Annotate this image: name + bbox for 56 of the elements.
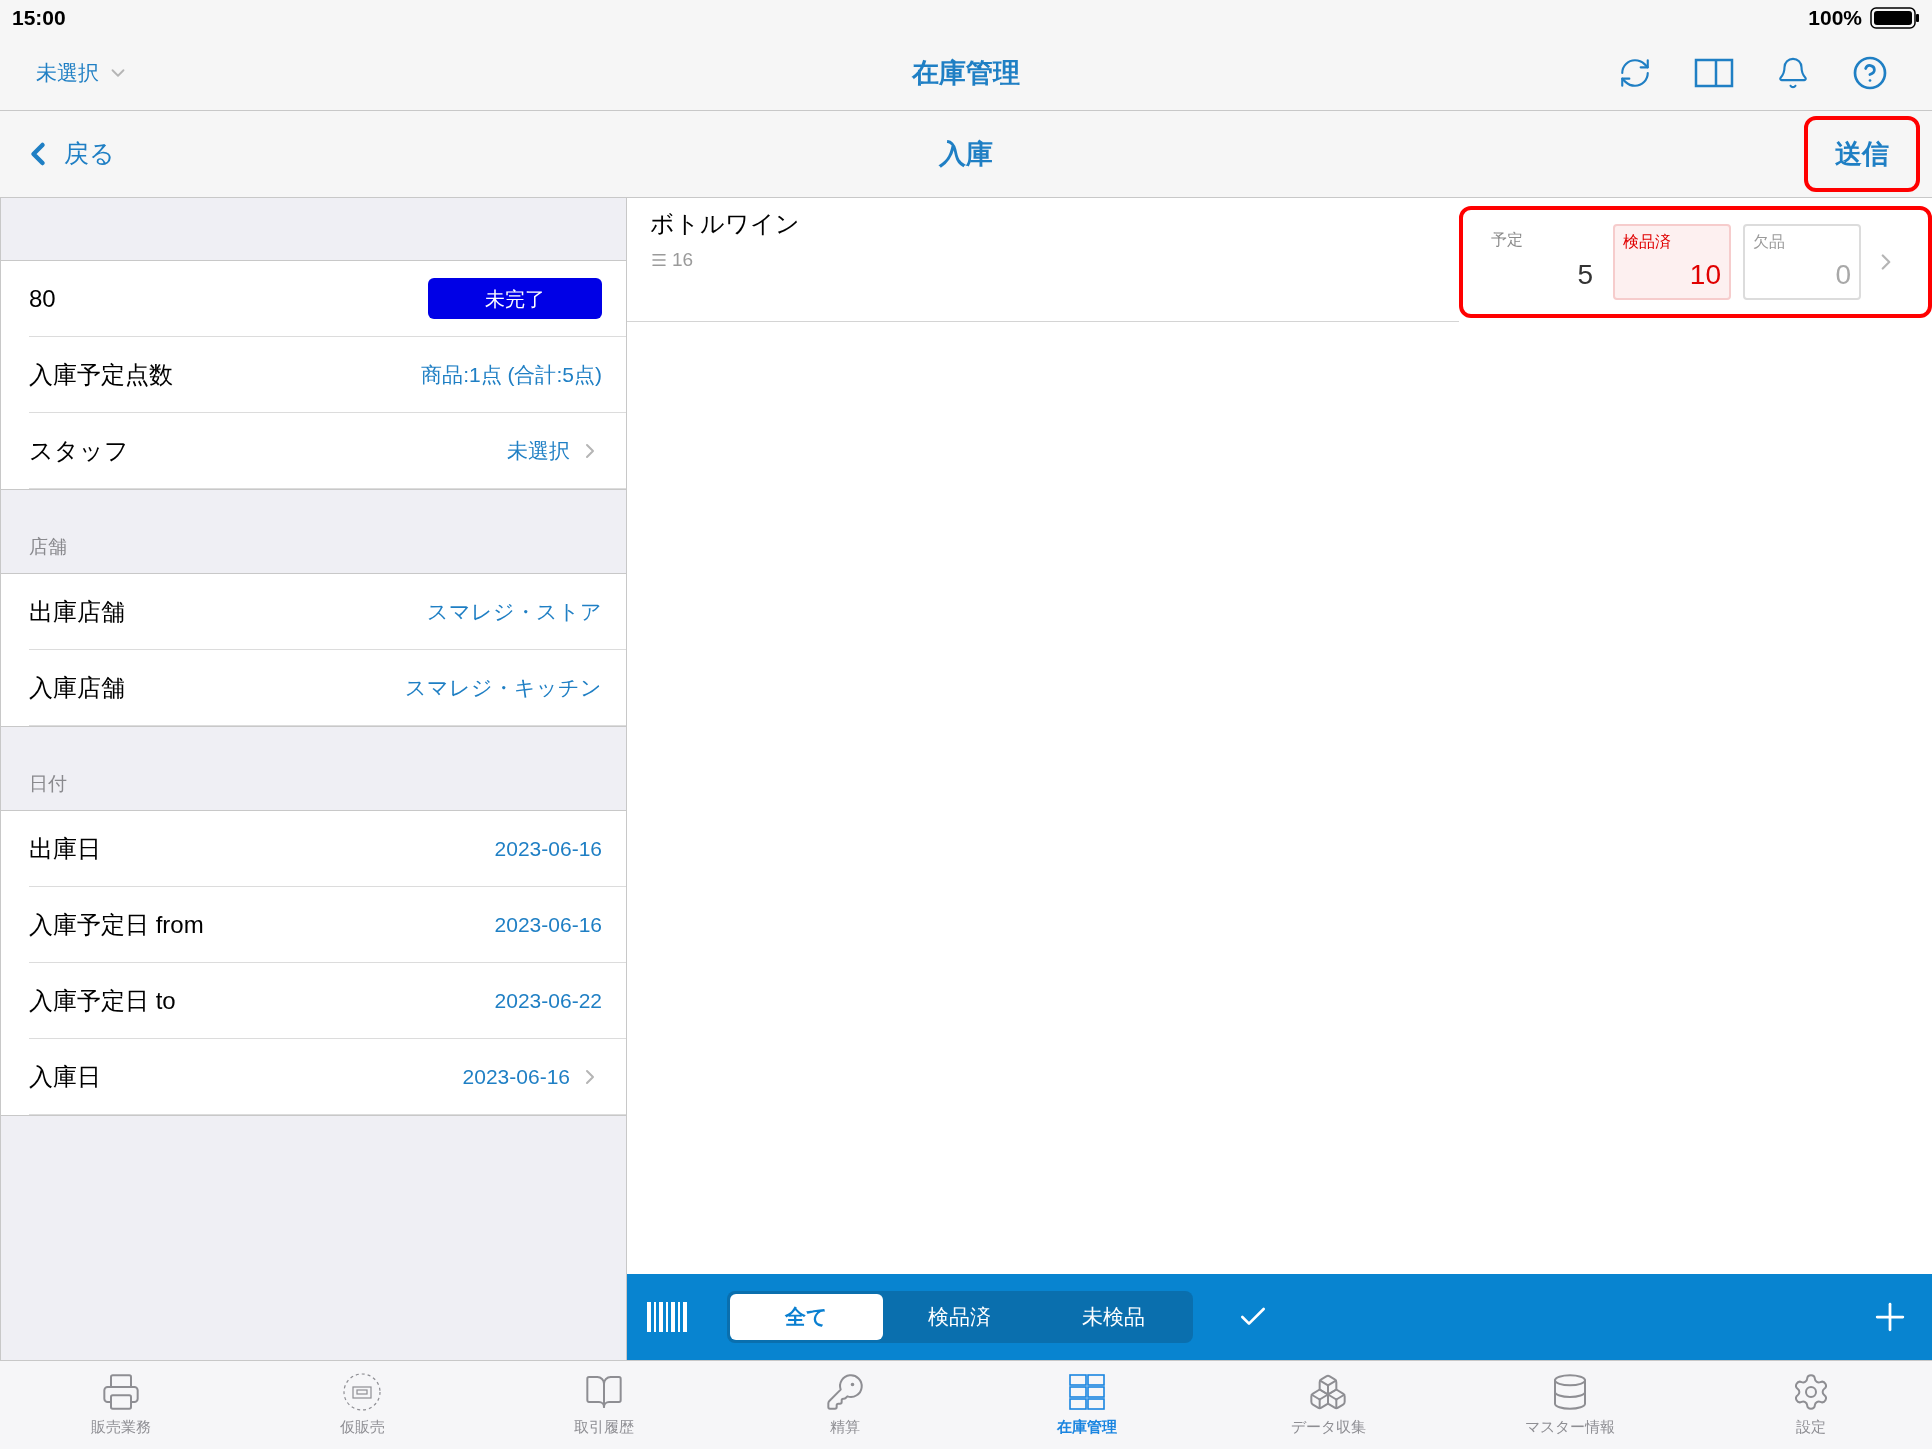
tab-item[interactable]: 精算 xyxy=(724,1361,966,1449)
split-view-icon[interactable] xyxy=(1694,58,1734,88)
row-value: 2023-06-22 xyxy=(494,987,602,1014)
status-time: 15:00 xyxy=(12,5,66,32)
battery-icon xyxy=(1870,7,1920,29)
tab-item[interactable]: データ収集 xyxy=(1207,1361,1449,1449)
count-value: 0 xyxy=(1835,258,1851,292)
screen-title: 入庫 xyxy=(939,137,993,171)
row-label: 入庫予定日 from xyxy=(29,909,204,940)
filter-segment[interactable]: 検品済 xyxy=(883,1294,1037,1340)
row-value: 商品:1点 (合計:5点) xyxy=(421,361,602,388)
row-label: 入庫予定点数 xyxy=(29,359,173,390)
app-title: 在庫管理 xyxy=(912,56,1020,90)
count-label: 欠品 xyxy=(1753,232,1786,252)
row-value: スマレジ・キッチン xyxy=(405,674,602,701)
section-header: 日付 xyxy=(29,771,67,796)
item-name: ボトルワイン xyxy=(650,209,801,239)
help-icon[interactable] xyxy=(1852,55,1888,91)
row-label: スタッフ xyxy=(29,435,129,466)
count-value: 10 xyxy=(1689,258,1721,292)
dashed-register-icon xyxy=(342,1371,383,1412)
row-label: 出庫日 xyxy=(29,833,101,864)
row-label: 入庫日 xyxy=(29,1061,101,1092)
section-header: 店舗 xyxy=(29,534,67,559)
counts-panel[interactable]: 予定 5 検品済 10 欠品 0 xyxy=(1459,206,1932,318)
item-code: 16 xyxy=(672,248,694,272)
tab-item[interactable]: 仮販売 xyxy=(241,1361,483,1449)
row-value[interactable]: 2023-06-16 xyxy=(462,1060,570,1093)
filter-segment[interactable]: 全て xyxy=(730,1294,884,1340)
count-value: 5 xyxy=(1577,258,1593,292)
row-label: 出庫店舗 xyxy=(29,596,125,627)
count-label: 検品済 xyxy=(1623,232,1672,252)
bell-icon[interactable] xyxy=(1776,56,1810,90)
count-label: 予定 xyxy=(1491,230,1524,250)
row-value: 2023-06-16 xyxy=(494,835,602,862)
filter-segment[interactable]: 未検品 xyxy=(1036,1294,1190,1340)
send-button[interactable]: 送信 xyxy=(1804,116,1920,192)
key-icon xyxy=(825,1371,866,1412)
battery-percent: 100% xyxy=(1808,5,1862,32)
status-badge[interactable]: 未完了 xyxy=(428,278,602,319)
row-label: 入庫予定日 to xyxy=(29,985,176,1016)
row-value[interactable]: 未選択 xyxy=(507,434,570,467)
row-value: スマレジ・ストア xyxy=(427,598,602,625)
store-selector[interactable]: 未選択 xyxy=(36,57,129,89)
barcode-icon[interactable] xyxy=(647,1302,687,1332)
back-button[interactable]: 戻る xyxy=(20,135,115,173)
row-label: 80 xyxy=(29,283,56,314)
row-label: 入庫店舗 xyxy=(29,672,125,703)
tab-item[interactable]: 取引履歴 xyxy=(483,1361,725,1449)
refresh-icon[interactable] xyxy=(1618,56,1652,90)
tab-item[interactable]: 販売業務 xyxy=(0,1361,242,1449)
tab-item[interactable]: 在庫管理 xyxy=(966,1361,1208,1449)
row-value: 2023-06-16 xyxy=(494,911,602,938)
drawers-icon xyxy=(1066,1371,1107,1412)
tab-item[interactable]: マスター情報 xyxy=(1449,1361,1691,1449)
tab-item[interactable]: 設定 xyxy=(1690,1361,1932,1449)
